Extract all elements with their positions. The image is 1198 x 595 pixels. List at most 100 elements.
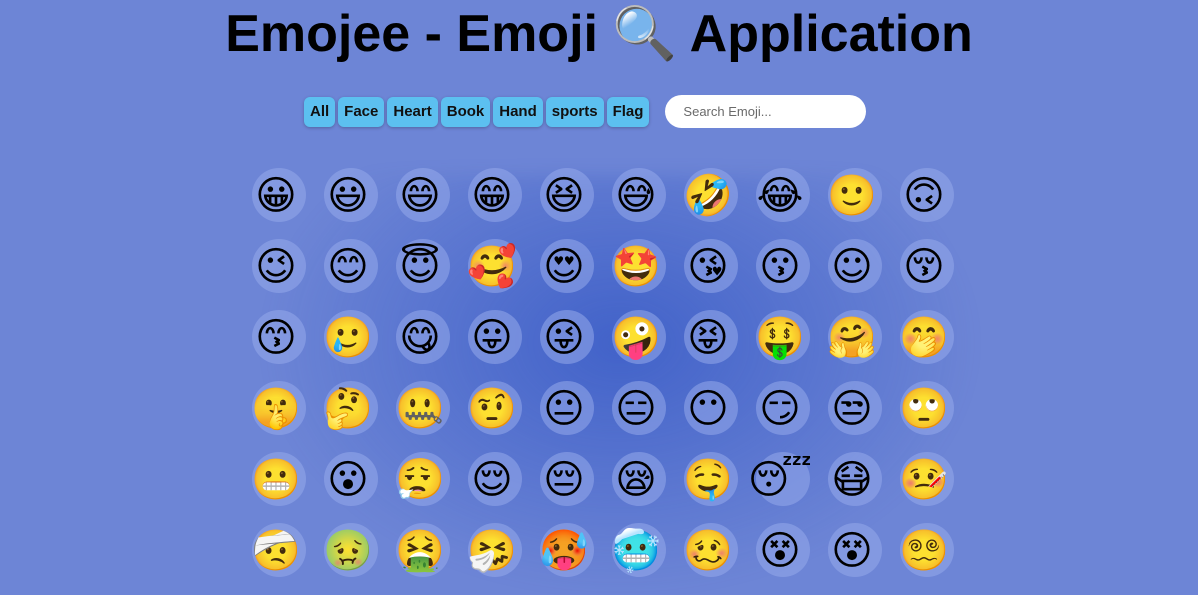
emoji-cell[interactable]: 🤔 (312, 373, 384, 444)
emoji-glyph: 🥵 (539, 527, 589, 574)
emoji-cell[interactable]: 😝 (672, 302, 744, 373)
category-hand-button[interactable]: Hand (493, 96, 543, 127)
emoji-glyph: 😂 (756, 172, 804, 219)
emoji-cell[interactable]: 😙 (240, 302, 312, 373)
emoji-glyph: 😏 (759, 385, 801, 432)
emoji-cell[interactable]: 😂 (744, 160, 816, 231)
category-heart-button[interactable]: Heart (387, 96, 438, 127)
emoji-cell[interactable]: 😮 (312, 444, 384, 515)
emoji-glyph: 🤕 (251, 527, 301, 574)
category-flag-button[interactable]: Flag (606, 96, 650, 127)
emoji-cell[interactable]: 🥲 (312, 302, 384, 373)
emoji-cell[interactable]: 🤤 (672, 444, 744, 515)
emoji-glyph: 🤨 (467, 385, 517, 432)
emoji-cell[interactable]: 😌 (456, 444, 528, 515)
emoji-glyph: 🤩 (611, 243, 661, 290)
emoji-cell[interactable]: 😮‍💨 (384, 444, 456, 515)
emoji-cell[interactable]: 😘 (672, 231, 744, 302)
emoji-cell[interactable]: 😁 (456, 160, 528, 231)
category-sports-button[interactable]: sports (545, 96, 604, 127)
emoji-cell[interactable]: 😵 (744, 515, 816, 586)
emoji-glyph: 😑 (615, 385, 657, 432)
emoji-glyph: 😊 (327, 243, 369, 290)
emoji-glyph: 🤧 (467, 527, 517, 574)
emoji-glyph: 😒 (831, 385, 873, 432)
emoji-cell[interactable]: 😋 (384, 302, 456, 373)
emoji-cell[interactable]: 😴 (744, 444, 816, 515)
emoji-cell[interactable]: 😛 (456, 302, 528, 373)
emoji-glyph: 😘 (687, 243, 729, 290)
emoji-cell[interactable]: 😒 (816, 373, 888, 444)
emoji-cell[interactable]: 🤭 (888, 302, 960, 373)
emoji-glyph: 🤪 (611, 314, 661, 361)
emoji-glyph: 😚 (903, 243, 945, 290)
emoji-glyph: 😆 (543, 172, 585, 219)
emoji-cell[interactable]: 🤑 (744, 302, 816, 373)
emoji-cell[interactable]: 😍 (528, 231, 600, 302)
emoji-glyph: 🥰 (467, 243, 517, 290)
emoji-cell[interactable]: 😊 (312, 231, 384, 302)
emoji-cell[interactable]: 😚 (888, 231, 960, 302)
emoji-glyph: 😝 (687, 314, 729, 361)
emoji-cell[interactable]: 😐 (528, 373, 600, 444)
emoji-cell[interactable]: 🤗 (816, 302, 888, 373)
category-all-button[interactable]: All (304, 96, 336, 127)
emoji-glyph: 😜 (543, 314, 585, 361)
emoji-cell[interactable]: 😬 (240, 444, 312, 515)
emoji-cell[interactable]: 😷 (816, 444, 888, 515)
emoji-glyph: 🤐 (395, 385, 445, 432)
emoji-grid: 😀 😃 😄 😁 😆 😅 🤣 😂 🙂 🙃 😉 😊 😇 🥰 😍 🤩 😘 😗 ☺ 😚 😙 🥲 😋 😛 😜 🤪 😝 🤑 🤗 🤭 🤫 🤔 🤐 🤨 😐 😑 😶 😏 😒 🙄… (240, 160, 1000, 586)
emoji-cell[interactable]: 🤪 (600, 302, 672, 373)
emoji-glyph: 😪 (615, 456, 657, 503)
emoji-glyph: 🤣 (683, 172, 733, 219)
emoji-cell[interactable]: 🤕 (240, 515, 312, 586)
emoji-cell[interactable]: 🤮 (384, 515, 456, 586)
emoji-cell[interactable]: 😑 (600, 373, 672, 444)
emoji-cell[interactable]: 😄 (384, 160, 456, 231)
emoji-cell[interactable]: ☺ (816, 231, 888, 302)
emoji-cell[interactable]: 🤩 (600, 231, 672, 302)
emoji-cell[interactable]: 🥶 (600, 515, 672, 586)
emoji-glyph: 😌 (471, 456, 513, 503)
emoji-glyph: 😮 (327, 456, 369, 503)
emoji-cell[interactable]: 🤫 (240, 373, 312, 444)
emoji-cell[interactable]: 🥰 (456, 231, 528, 302)
emoji-cell[interactable]: 🤨 (456, 373, 528, 444)
emoji-cell[interactable]: 😃 (312, 160, 384, 231)
toolbar: All Face Heart Book Hand sports Flag (304, 95, 867, 128)
emoji-cell[interactable]: 🥴 (672, 515, 744, 586)
emoji-cell[interactable]: 🤢 (312, 515, 384, 586)
emoji-cell[interactable]: 😵 (816, 515, 888, 586)
page-title: Emojee - Emoji 🔍 Application (225, 5, 973, 63)
emoji-cell[interactable]: 🤒 (888, 444, 960, 515)
emoji-glyph: 😁 (471, 172, 513, 219)
emoji-cell[interactable]: 😀 (240, 160, 312, 231)
emoji-glyph: 🤤 (683, 456, 733, 503)
emoji-cell[interactable]: 😏 (744, 373, 816, 444)
emoji-cell[interactable]: 😔 (528, 444, 600, 515)
emoji-cell[interactable]: 😆 (528, 160, 600, 231)
emoji-cell[interactable]: 😵‍💫 (888, 515, 960, 586)
emoji-glyph: 😇 (399, 243, 441, 290)
emoji-glyph: 😵 (759, 527, 801, 574)
emoji-cell[interactable]: 🥵 (528, 515, 600, 586)
emoji-cell[interactable]: 😉 (240, 231, 312, 302)
emoji-cell[interactable]: 😶 (672, 373, 744, 444)
emoji-cell[interactable]: 😇 (384, 231, 456, 302)
category-face-button[interactable]: Face (338, 96, 385, 127)
search-input[interactable] (665, 95, 867, 128)
emoji-glyph: 🥶 (611, 527, 661, 574)
emoji-glyph: 😄 (399, 172, 441, 219)
emoji-cell[interactable]: 🙃 (888, 160, 960, 231)
emoji-cell[interactable]: 🤧 (456, 515, 528, 586)
emoji-cell[interactable]: 😜 (528, 302, 600, 373)
category-book-button[interactable]: Book (440, 96, 491, 127)
emoji-cell[interactable]: 😪 (600, 444, 672, 515)
emoji-cell[interactable]: 😗 (744, 231, 816, 302)
emoji-cell[interactable]: 🙂 (816, 160, 888, 231)
emoji-cell[interactable]: 🤣 (672, 160, 744, 231)
emoji-cell[interactable]: 🤐 (384, 373, 456, 444)
emoji-cell[interactable]: 😅 (600, 160, 672, 231)
emoji-cell[interactable]: 🙄 (888, 373, 960, 444)
emoji-glyph: 😷 (831, 456, 873, 503)
